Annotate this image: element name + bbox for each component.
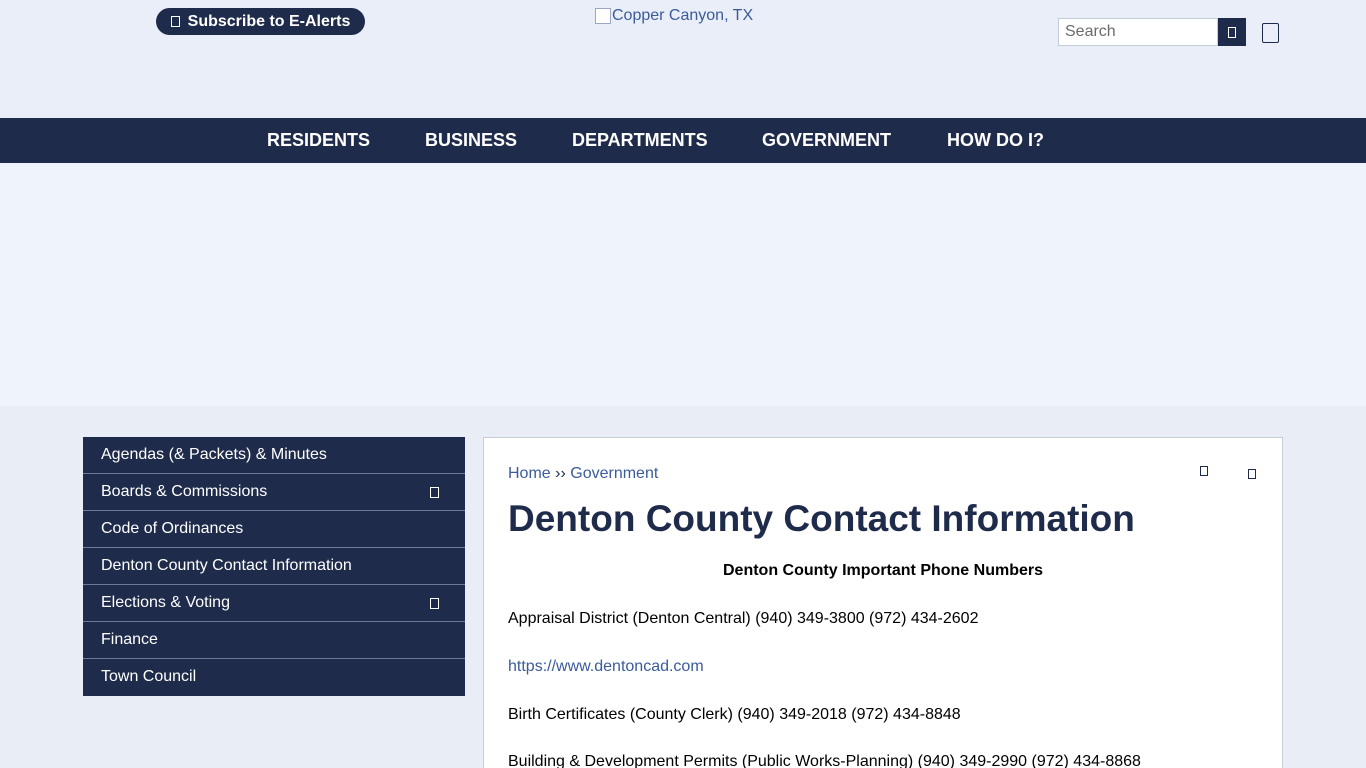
sidebar-item-label: Agendas (& Packets) & Minutes: [101, 446, 327, 463]
sidebar-menu: Agendas (& Packets) & Minutes Boards & C…: [83, 437, 465, 696]
print-icon[interactable]: [1200, 466, 1208, 476]
envelope-icon: [170, 16, 180, 27]
sidebar-item-agendas[interactable]: Agendas (& Packets) & Minutes: [83, 437, 465, 474]
expand-icon[interactable]: [430, 598, 439, 609]
sidebar-item-label: Code of Ordinances: [101, 520, 244, 537]
sidebar-item-label: Elections & Voting: [101, 594, 230, 611]
broken-image-icon: [595, 8, 611, 24]
nav-business[interactable]: BUSINESS: [425, 118, 517, 163]
sidebar-item-town-council[interactable]: Town Council: [83, 659, 465, 696]
sidebar-item-finance[interactable]: Finance: [83, 622, 465, 659]
logo-alt-text: Copper Canyon, TX: [612, 7, 754, 24]
sidebar-item-label: Denton County Contact Information: [101, 557, 352, 574]
page-title: Denton County Contact Information: [508, 498, 1135, 539]
site-header: Subscribe to E-Alerts Copper Canyon, TX: [0, 0, 1366, 118]
breadcrumb-government-link[interactable]: Government: [570, 465, 658, 482]
hero-banner: [0, 163, 1366, 406]
share-icon[interactable]: [1248, 469, 1256, 479]
breadcrumb-home-link[interactable]: Home: [508, 465, 551, 482]
subscribe-e-alerts-button[interactable]: Subscribe to E-Alerts: [156, 8, 365, 35]
sidebar-item-label: Boards & Commissions: [101, 483, 268, 500]
nav-government[interactable]: GOVERNMENT: [762, 118, 891, 163]
contact-line: Birth Certificates (County Clerk) (940) …: [508, 706, 961, 723]
breadcrumb-separator: ››: [555, 465, 566, 482]
nav-how-do-i[interactable]: HOW DO I?: [947, 118, 1044, 163]
nav-residents[interactable]: RESIDENTS: [267, 118, 370, 163]
search-input[interactable]: [1058, 18, 1218, 46]
contact-line: Building & Development Permits (Public W…: [508, 753, 1141, 768]
sidebar-item-label: Town Council: [101, 668, 197, 685]
search-icon: [1228, 26, 1236, 38]
sidebar-item-elections-voting[interactable]: Elections & Voting: [83, 585, 465, 622]
sidebar-item-denton-county-contact[interactable]: Denton County Contact Information: [83, 548, 465, 585]
site-logo[interactable]: Copper Canyon, TX: [595, 7, 753, 25]
expand-icon[interactable]: [430, 487, 439, 498]
dentoncad-link[interactable]: https://www.dentoncad.com: [508, 658, 704, 676]
contact-line: Appraisal District (Denton Central) (940…: [508, 610, 979, 627]
main-navigation: RESIDENTS BUSINESS DEPARTMENTS GOVERNMEN…: [0, 118, 1366, 163]
sidebar-item-code-of-ordinances[interactable]: Code of Ordinances: [83, 511, 465, 548]
sidebar-item-label: Finance: [101, 631, 158, 648]
translate-icon[interactable]: [1262, 23, 1279, 43]
subscribe-label: Subscribe to E-Alerts: [187, 12, 351, 30]
section-subheading: Denton County Important Phone Numbers: [723, 562, 1043, 579]
nav-departments[interactable]: DEPARTMENTS: [572, 118, 708, 163]
main-content: Home ›› Government Denton County Contact…: [483, 437, 1283, 768]
sidebar-item-boards-commissions[interactable]: Boards & Commissions: [83, 474, 465, 511]
breadcrumb: Home ›› Government: [508, 465, 658, 483]
search-button[interactable]: [1218, 18, 1246, 46]
